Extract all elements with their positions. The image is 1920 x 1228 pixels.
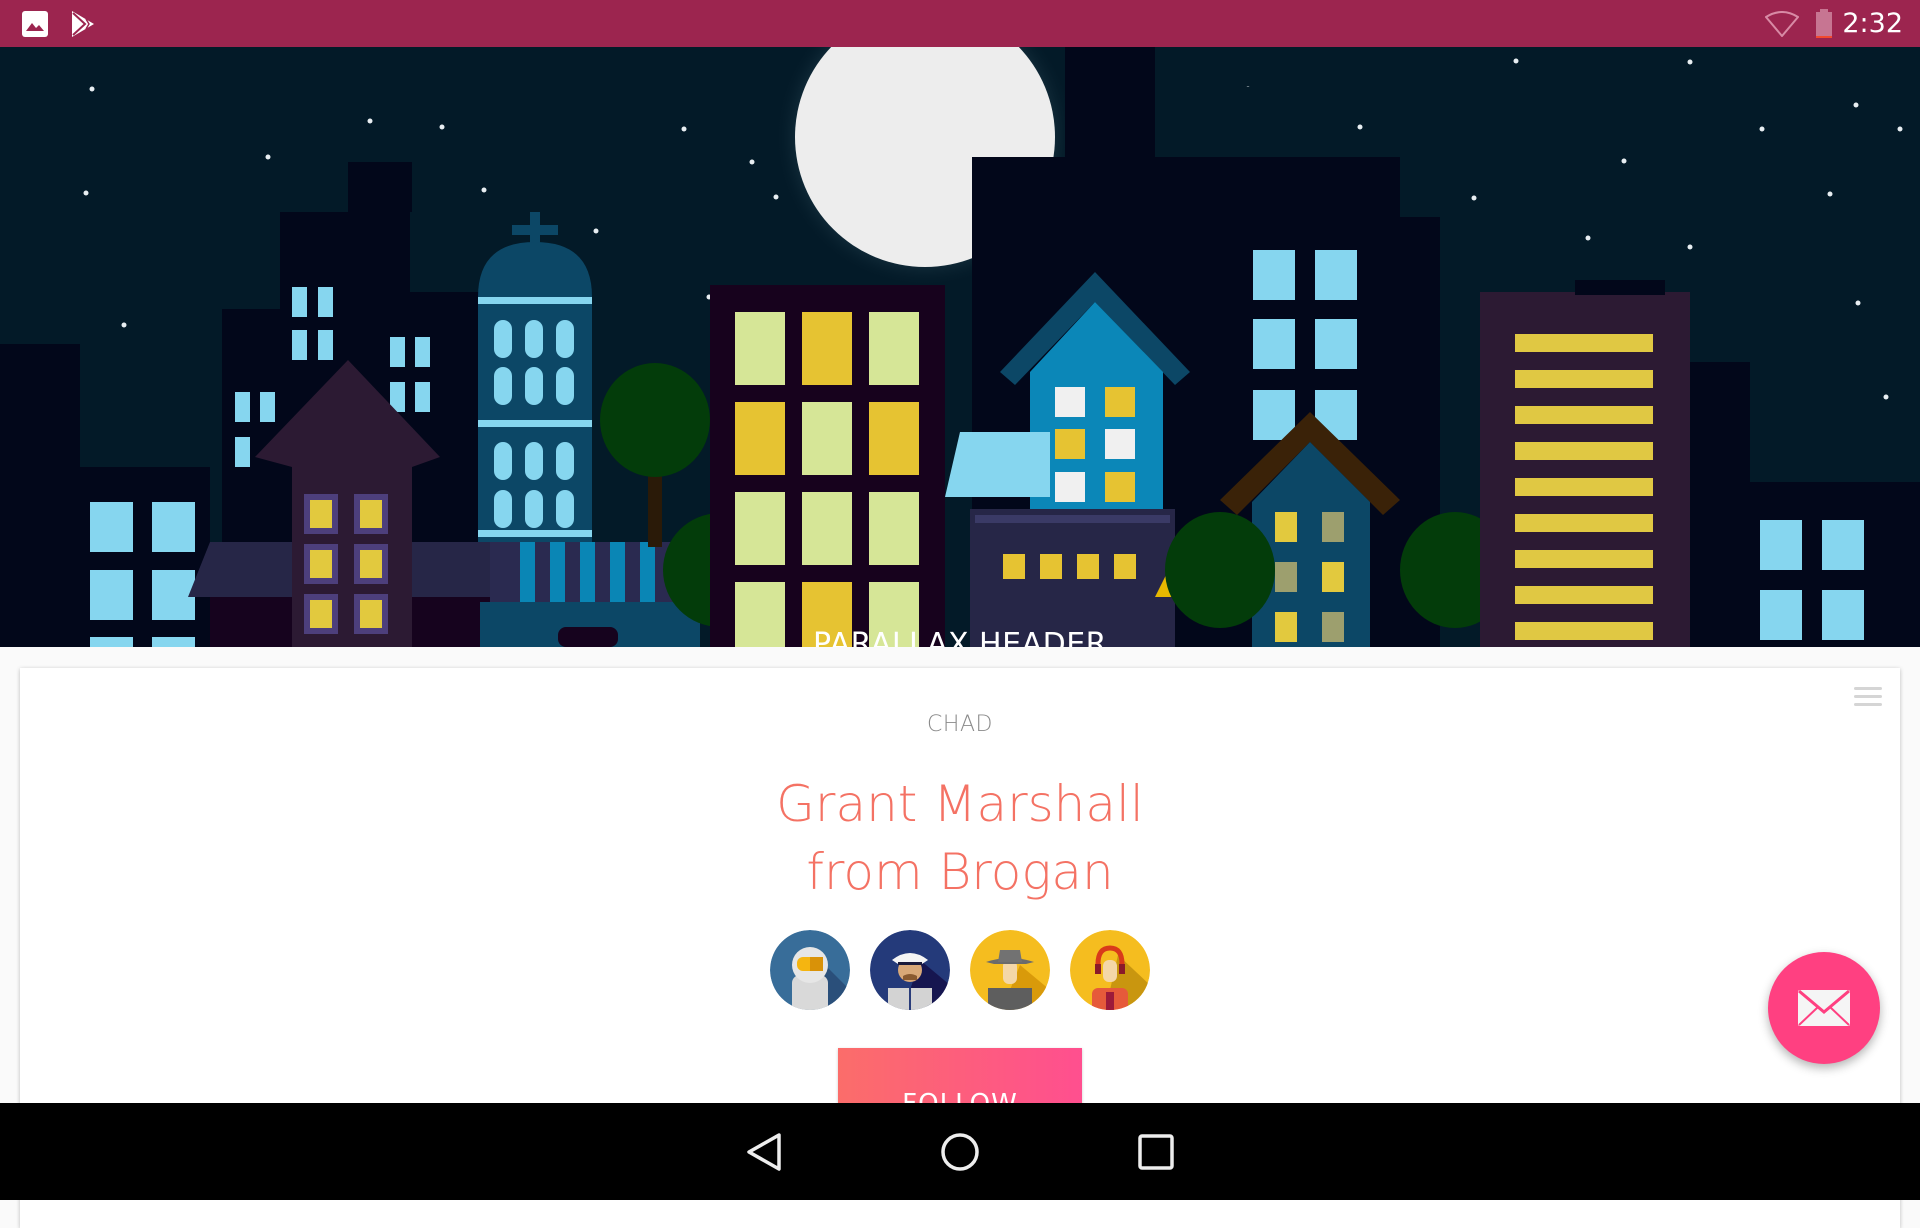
header-title: PARALLAX HEADER [812, 627, 1107, 647]
night-city-illustration [0, 47, 1920, 647]
recents-icon [1138, 1133, 1174, 1170]
play-store-icon [70, 0, 96, 47]
image-icon [22, 0, 48, 47]
navigation-bar [0, 1103, 1920, 1200]
profile-name-line1: Grant Marshall [776, 775, 1144, 833]
recents-button[interactable] [1106, 1103, 1206, 1200]
back-button[interactable] [714, 1103, 814, 1200]
avatar-captain[interactable] [870, 930, 950, 1010]
wifi-icon [1765, 0, 1799, 47]
profile-overline: CHAD [927, 712, 993, 737]
status-time: 2:32 [1842, 8, 1903, 39]
parallax-header: PARALLAX HEADER [0, 47, 1920, 647]
status-bar: 2:32 [0, 0, 1920, 47]
avatar-operator[interactable] [1070, 930, 1150, 1010]
home-icon [941, 1132, 979, 1171]
back-icon [747, 1132, 781, 1171]
avatar-astronaut[interactable] [770, 930, 850, 1010]
hamburger-menu-icon[interactable] [1854, 684, 1882, 708]
profile-name-line2: from Brogan [806, 843, 1114, 901]
home-button[interactable] [910, 1103, 1010, 1200]
mail-fab-button[interactable] [1768, 952, 1880, 1064]
avatar-list [20, 930, 1900, 1010]
avatar-detective[interactable] [970, 930, 1050, 1010]
battery-icon [1814, 0, 1834, 47]
mail-icon [1798, 990, 1850, 1026]
profile-name: Grant Marshall from Brogan [20, 770, 1900, 906]
